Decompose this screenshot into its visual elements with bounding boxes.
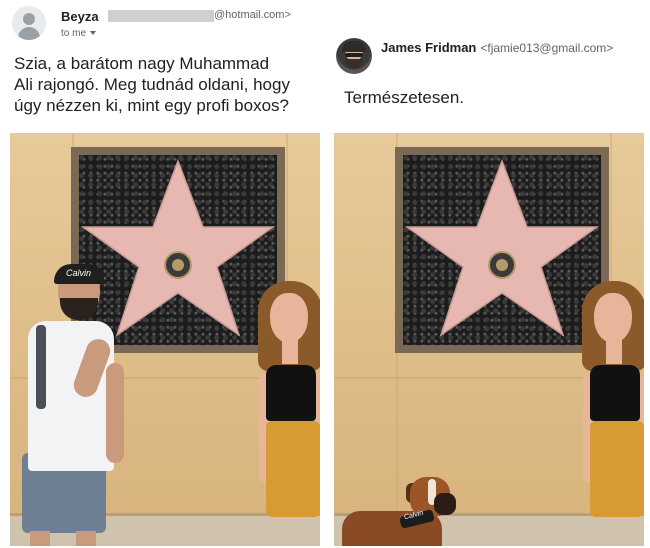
message-body: Szia, a barátom nagy Muhammad Ali rajong… xyxy=(14,53,320,116)
woman-top xyxy=(590,365,640,421)
star-icon xyxy=(404,158,600,337)
message-line: Szia, a barátom nagy Muhammad xyxy=(14,54,270,73)
sender-email-domain: @hotmail.com> xyxy=(214,9,291,21)
chevron-down-icon xyxy=(90,31,97,36)
woman-skirt xyxy=(590,421,644,517)
reply-sender-name: James Fridman xyxy=(381,40,477,55)
right-email-panel: James Fridman <fjamie013@gmail.com> Termé… xyxy=(328,0,650,548)
reply-sender-email: <fjamie013@gmail.com> xyxy=(480,41,614,55)
reply-sender[interactable]: James Fridman <fjamie013@gmail.com> xyxy=(381,40,613,55)
sender-name[interactable]: Beyza xyxy=(61,9,99,24)
attached-photo-original[interactable]: Calvin xyxy=(10,133,320,546)
woman-face xyxy=(594,293,632,343)
woman-face xyxy=(270,293,308,343)
star-icon xyxy=(80,158,276,337)
attached-photo-edited[interactable]: Calvin xyxy=(334,133,644,546)
cap-logo-text: Calvin xyxy=(66,268,92,278)
reply-message: Természetesen. xyxy=(344,88,464,107)
default-avatar-icon[interactable] xyxy=(12,6,46,40)
redacted-email-bar xyxy=(108,10,214,22)
left-email-panel: Beyza @hotmail.com> to me Szia, a baráto… xyxy=(0,0,322,548)
message-line: úgy nézzen ki, mint egy profi boxos? xyxy=(14,96,289,115)
woman-top xyxy=(266,365,316,421)
walk-of-fame-star-plaque xyxy=(395,147,609,353)
message-line: Ali rajongó. Meg tudnád oldani, hogy xyxy=(14,75,290,94)
sender-avatar[interactable] xyxy=(336,38,372,74)
recipient-label: to me xyxy=(61,28,87,39)
recipient-dropdown[interactable]: to me xyxy=(61,28,97,39)
woman-skirt xyxy=(266,421,320,517)
